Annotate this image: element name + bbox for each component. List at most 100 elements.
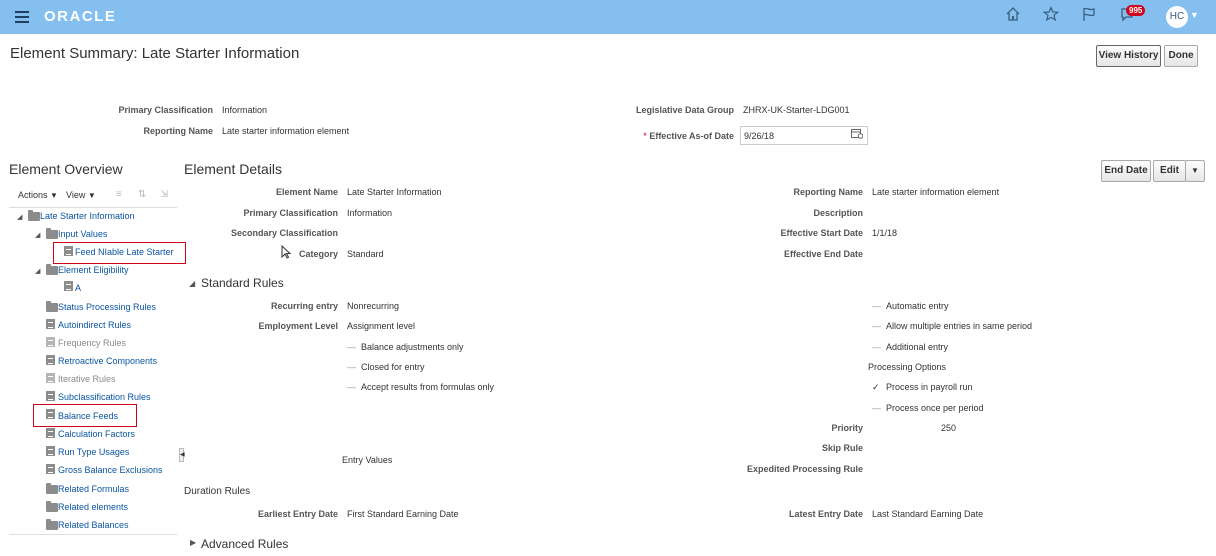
view-menu[interactable]: View ▼ (66, 190, 96, 200)
chevron-down-icon: ▼ (87, 191, 96, 200)
details-reporting-name-value: Late starter information element (872, 187, 1000, 197)
expand-triangle-icon[interactable]: ▶ (190, 538, 196, 547)
collapse-triangle-icon[interactable]: ◢ (17, 213, 22, 221)
latest-entry-date-value: Last Standard Earning Date (872, 509, 984, 519)
tree-node-element-eligibility[interactable]: Element Eligibility (58, 265, 129, 275)
folder-icon (46, 519, 58, 530)
document-icon (64, 281, 73, 291)
actions-menu-label: Actions (18, 190, 48, 200)
tree-node-gross-balance[interactable]: Gross Balance Exclusions (58, 465, 163, 475)
earliest-entry-date-value: First Standard Earning Date (347, 509, 459, 519)
unchecked-dash-icon: — (347, 362, 356, 372)
folder-icon (28, 210, 40, 221)
tree-node-autoindirect[interactable]: Autoindirect Rules (58, 320, 131, 330)
move-up-icon[interactable]: ⇅ (138, 189, 146, 200)
folder-icon (46, 228, 58, 239)
priority-value: 250 (941, 423, 957, 433)
collapse-triangle-icon[interactable]: ◢ (189, 279, 195, 288)
folder-icon (46, 483, 58, 494)
oracle-logo[interactable]: ORACLE (44, 8, 116, 25)
element-name-value: Late Starter Information (347, 187, 442, 197)
effective-date-label-text: Effective As-of Date (649, 131, 734, 141)
document-icon (46, 373, 55, 383)
document-icon (46, 446, 55, 456)
balance-adjustments-flag: — Balance adjustments only (347, 342, 464, 352)
tree-node-frequency[interactable]: Frequency Rules (58, 338, 126, 348)
flag-icon[interactable] (1078, 6, 1100, 28)
accept-results-text: Accept results from formulas only (361, 382, 495, 392)
unchecked-dash-icon: — (347, 382, 356, 392)
tree-node-retroactive[interactable]: Retroactive Components (58, 356, 157, 366)
done-button[interactable]: Done (1164, 45, 1198, 67)
secondary-classification-label: Secondary Classification (230, 228, 338, 238)
document-icon (46, 337, 55, 347)
tree-node-run-type-usages[interactable]: Run Type Usages (58, 447, 129, 457)
collapse-triangle-icon[interactable]: ◢ (35, 231, 40, 239)
employment-level-label: Employment Level (258, 321, 338, 331)
calendar-icon[interactable] (851, 128, 864, 142)
unchecked-dash-icon: — (872, 301, 881, 311)
additional-entry-flag: — Additional entry (872, 342, 948, 352)
detach-icon[interactable]: ⇲ (160, 189, 168, 200)
effective-date-input[interactable]: 9/26/18 (740, 126, 868, 145)
standard-rules-heading[interactable]: Standard Rules (201, 276, 284, 290)
tree-node-iterative[interactable]: Iterative Rules (58, 374, 116, 384)
edit-menu-chevron-icon[interactable]: ▼ (1185, 160, 1205, 182)
recurring-entry-value: Nonrecurring (347, 301, 400, 311)
allow-multiple-flag: — Allow multiple entries in same period (872, 321, 1032, 331)
global-header: ORACLE 995 HC ▼ (0, 0, 1216, 34)
tree-node-root[interactable]: Late Starter Information (40, 211, 135, 221)
tree-node-input-values[interactable]: Input Values (58, 229, 107, 239)
unchecked-dash-icon: — (872, 403, 881, 413)
tree-node-eligibility-a[interactable]: A (75, 283, 81, 293)
view-menu-label: View (66, 190, 86, 200)
automatic-entry-text: Automatic entry (886, 301, 949, 311)
processing-options-label: Processing Options (868, 362, 947, 372)
actions-menu[interactable]: Actions ▼ (18, 190, 58, 200)
tree-node-related-balances[interactable]: Related Balances (58, 520, 129, 530)
expand-icon[interactable]: ≡ (116, 189, 122, 200)
notification-count-badge: 995 (1126, 5, 1146, 16)
process-in-payroll-text: Process in payroll run (886, 382, 973, 392)
advanced-rules-heading[interactable]: Advanced Rules (201, 537, 288, 551)
folder-icon (46, 264, 58, 275)
tree-node-related-elements[interactable]: Related elements (58, 502, 128, 512)
tree-node-calculation-factors[interactable]: Calculation Factors (58, 429, 135, 439)
checkmark-icon: ✓ (872, 382, 880, 392)
end-date-button[interactable]: End Date (1101, 160, 1151, 182)
menu-icon[interactable] (15, 11, 29, 23)
chevron-down-icon[interactable]: ▼ (1190, 10, 1199, 20)
highlight-box (53, 242, 186, 264)
element-overview-heading: Element Overview (9, 161, 123, 177)
process-once-text: Process once per period (886, 403, 984, 413)
highlight-box (33, 404, 137, 427)
closed-for-entry-flag: — Closed for entry (347, 362, 425, 372)
edit-button[interactable]: Edit (1153, 160, 1186, 182)
favorite-star-icon[interactable] (1040, 5, 1062, 28)
unchecked-dash-icon: — (347, 342, 356, 352)
tree-node-subclassification[interactable]: Subclassification Rules (58, 392, 151, 402)
process-in-payroll-flag: ✓ Process in payroll run (872, 382, 973, 393)
mouse-cursor-icon (281, 244, 292, 264)
reporting-name-label: Reporting Name (143, 126, 213, 136)
recurring-entry-label: Recurring entry (270, 301, 338, 311)
priority-label: Priority (831, 423, 863, 433)
effective-end-date-label: Effective End Date (783, 249, 863, 259)
closed-for-entry-text: Closed for entry (361, 362, 425, 372)
effective-start-date-value: 1/1/18 (872, 228, 898, 238)
automatic-entry-flag: — Automatic entry (872, 301, 949, 311)
tree-node-status-processing[interactable]: Status Processing Rules (58, 302, 156, 312)
skip-rule-label: Skip Rule (821, 443, 863, 453)
latest-entry-date-label: Latest Entry Date (788, 509, 863, 519)
view-history-button[interactable]: View History (1096, 45, 1161, 67)
chevron-down-icon: ▼ (50, 191, 58, 200)
tree-node-related-formulas[interactable]: Related Formulas (58, 484, 129, 494)
panel-splitter-handle[interactable]: ◀ (179, 448, 185, 462)
effective-date-label: * Effective As-of Date (600, 131, 734, 141)
home-icon[interactable] (1002, 6, 1024, 28)
document-icon (46, 355, 55, 365)
allow-multiple-text: Allow multiple entries in same period (886, 321, 1033, 331)
user-avatar[interactable]: HC (1166, 6, 1188, 28)
collapse-triangle-icon[interactable]: ◢ (35, 267, 40, 275)
employment-level-value: Assignment level (347, 321, 416, 331)
